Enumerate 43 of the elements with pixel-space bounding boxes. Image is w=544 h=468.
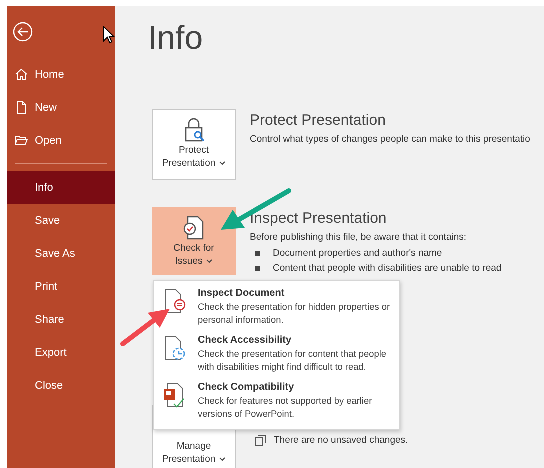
section-title: Protect Presentation <box>250 112 387 129</box>
menu-item-description: Check the presentation for hidden properties or personal information. <box>198 301 392 326</box>
document-clock-icon <box>163 336 187 362</box>
button-label: Check for Issues <box>174 242 214 268</box>
sidebar-item[interactable]: Print <box>7 270 115 303</box>
slide-check-icon <box>163 383 187 409</box>
sidebar-item[interactable]: Share <box>7 303 115 336</box>
bullet-text: Document properties and author's name <box>273 247 442 261</box>
sidebar-item[interactable]: Save As <box>7 237 115 270</box>
menu-item[interactable]: Check Accessibility Check the presentation for content that people with disabilities might find difficult to read. <box>154 333 399 380</box>
sidebar-item[interactable]: Close <box>7 369 115 402</box>
bullet-icon <box>255 266 260 271</box>
caret-icon <box>218 456 226 462</box>
menu-item-title: Check Accessibility <box>198 335 293 346</box>
large-button[interactable]: Protect Presentation <box>152 109 236 180</box>
mouse-pointer-icon <box>103 26 115 44</box>
button-label: Manage Presentation <box>162 440 226 466</box>
menu-item[interactable]: Inspect Document Check the presentation for hidden properties or personal information. <box>154 286 399 333</box>
large-button[interactable]: Check for Issues <box>152 207 236 275</box>
caret-icon <box>218 160 226 166</box>
page-icon <box>15 101 28 114</box>
documents-icon <box>255 435 266 446</box>
menu-item-description: Check the presentation for content that people with disabilities might find difficult to read. <box>198 348 388 373</box>
sidebar-item[interactable]: New <box>7 91 115 124</box>
sidebar-item[interactable]: Save <box>7 204 115 237</box>
menu-item-title: Check Compatibility <box>198 382 296 393</box>
caret-icon <box>206 258 213 264</box>
sidebar-item[interactable]: Home <box>7 58 115 91</box>
sidebar-item[interactable]: Open <box>7 124 115 157</box>
section-description: Control what types of changes people can make to this presentatio <box>250 134 530 145</box>
sidebar-item[interactable]: Export <box>7 336 115 369</box>
status-text: There are no unsaved changes. <box>274 435 408 446</box>
bullet-text: Content that people with disabilities are unable to read <box>273 262 502 276</box>
home-icon <box>15 68 28 81</box>
document-minus-icon <box>163 289 187 315</box>
bullet-icon <box>255 251 260 256</box>
page-title: Info <box>148 18 204 58</box>
section-description: Before publishing this file, be aware that it contains: <box>250 232 468 243</box>
section-title: Inspect Presentation <box>250 210 388 227</box>
button-label: Protect Presentation <box>162 144 226 170</box>
folder-icon <box>15 134 28 147</box>
menu-item-title: Inspect Document <box>198 288 286 299</box>
sidebar-item[interactable]: Info <box>7 171 115 204</box>
